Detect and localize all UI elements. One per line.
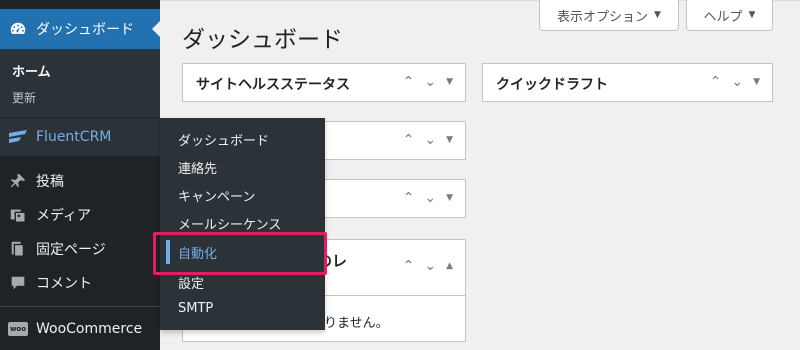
admin-sidebar: ダッシュボード ホーム 更新 FluentCRM 投稿 メディア 固定ページ コ… — [0, 0, 160, 350]
move-down-icon[interactable]: ⌄ — [424, 132, 436, 148]
move-down-icon[interactable]: ⌄ — [424, 258, 436, 274]
menu-woocommerce[interactable]: woo WooCommerce — [0, 312, 160, 346]
fluentcrm-arrow — [152, 129, 160, 145]
menu-posts-label: 投稿 — [36, 174, 64, 190]
flyout-item-campaigns[interactable]: キャンペーン — [178, 186, 255, 205]
woocommerce-icon-text: woo — [8, 322, 28, 336]
toggle-panel-icon[interactable]: ▼ — [446, 135, 453, 145]
flyout-item-dashboard[interactable]: ダッシュボード — [178, 130, 269, 149]
screen-options-label: 表示オプション — [557, 9, 649, 25]
help-button[interactable]: ヘルプ ▼ — [686, 0, 773, 31]
menu-separator — [0, 306, 160, 307]
submenu-updates[interactable]: 更新 — [12, 89, 36, 106]
comment-icon — [0, 274, 36, 292]
widget-controls: ⌃ ⌄ ▲ — [403, 258, 453, 274]
toggle-panel-icon[interactable]: ▼ — [446, 77, 453, 87]
current-menu-arrow — [152, 21, 160, 37]
flyout-item-smtp[interactable]: SMTP — [178, 301, 213, 316]
widget-controls: ⌃ ⌄ ▼ — [403, 190, 453, 206]
widget-controls: ⌃ ⌄ ▼ — [403, 132, 453, 148]
fluentcrm-icon — [0, 130, 36, 144]
menu-media[interactable]: メディア — [0, 198, 160, 232]
toggle-panel-icon[interactable]: ▼ — [753, 77, 760, 87]
chevron-down-icon: ▼ — [748, 10, 756, 20]
move-down-icon[interactable]: ⌄ — [731, 74, 743, 90]
dashboard-submenu: ホーム 更新 — [0, 49, 160, 117]
help-label: ヘルプ — [703, 9, 743, 25]
menu-pages[interactable]: 固定ページ — [0, 232, 160, 266]
move-down-icon[interactable]: ⌄ — [424, 74, 436, 90]
menu-posts[interactable]: 投稿 — [0, 164, 160, 198]
move-up-icon[interactable]: ⌃ — [403, 132, 415, 148]
move-up-icon[interactable]: ⌃ — [403, 190, 415, 206]
move-down-icon[interactable]: ⌄ — [424, 190, 436, 206]
fluentcrm-flyout-menu: ダッシュボード 連絡先 キャンペーン メールシーケンス 自動化 設定 SMTP — [160, 118, 325, 330]
submenu-home[interactable]: ホーム — [12, 61, 51, 80]
page-title: ダッシュボード — [182, 27, 343, 53]
menu-pages-label: 固定ページ — [36, 242, 106, 258]
chevron-down-icon: ▼ — [654, 10, 661, 20]
menu-dashboard-label: ダッシュボード — [36, 22, 134, 38]
menu-fluentcrm[interactable]: FluentCRM — [0, 118, 160, 156]
menu-dashboard[interactable]: ダッシュボード — [0, 9, 160, 49]
menu-comments[interactable]: コメント — [0, 266, 160, 300]
site-health-widget: サイトヘルスステータス ⌃ ⌄ ▼ — [182, 63, 466, 102]
quick-draft-widget: クイックドラフト ⌃ ⌄ ▼ — [482, 63, 773, 102]
pin-icon — [0, 172, 36, 190]
widget-controls: ⌃ ⌄ ▼ — [403, 74, 453, 90]
move-up-icon[interactable]: ⌃ — [710, 74, 722, 90]
screen-options-button[interactable]: 表示オプション ▼ — [539, 0, 679, 31]
flyout-item-contacts[interactable]: 連絡先 — [178, 158, 217, 177]
widget-controls: ⌃ ⌄ ▼ — [710, 74, 760, 90]
menu-woocommerce-label: WooCommerce — [36, 321, 143, 337]
pages-icon — [0, 240, 36, 258]
toggle-panel-icon[interactable]: ▲ — [446, 261, 453, 271]
toggle-panel-icon[interactable]: ▼ — [446, 193, 453, 203]
site-health-title: サイトヘルスステータス — [196, 77, 350, 93]
flyout-item-settings[interactable]: 設定 — [178, 273, 204, 292]
menu-media-label: メディア — [36, 208, 92, 224]
menu-comments-label: コメント — [36, 276, 92, 292]
highlight-box — [153, 232, 327, 275]
menu-fluentcrm-label: FluentCRM — [36, 129, 112, 145]
media-icon — [0, 206, 36, 224]
woocommerce-icon: woo — [0, 322, 36, 336]
flyout-item-email-sequences[interactable]: メールシーケンス — [178, 214, 281, 233]
move-up-icon[interactable]: ⌃ — [403, 258, 415, 274]
quick-draft-title: クイックドラフト — [496, 77, 608, 93]
dashboard-icon — [0, 20, 36, 38]
move-up-icon[interactable]: ⌃ — [403, 74, 415, 90]
